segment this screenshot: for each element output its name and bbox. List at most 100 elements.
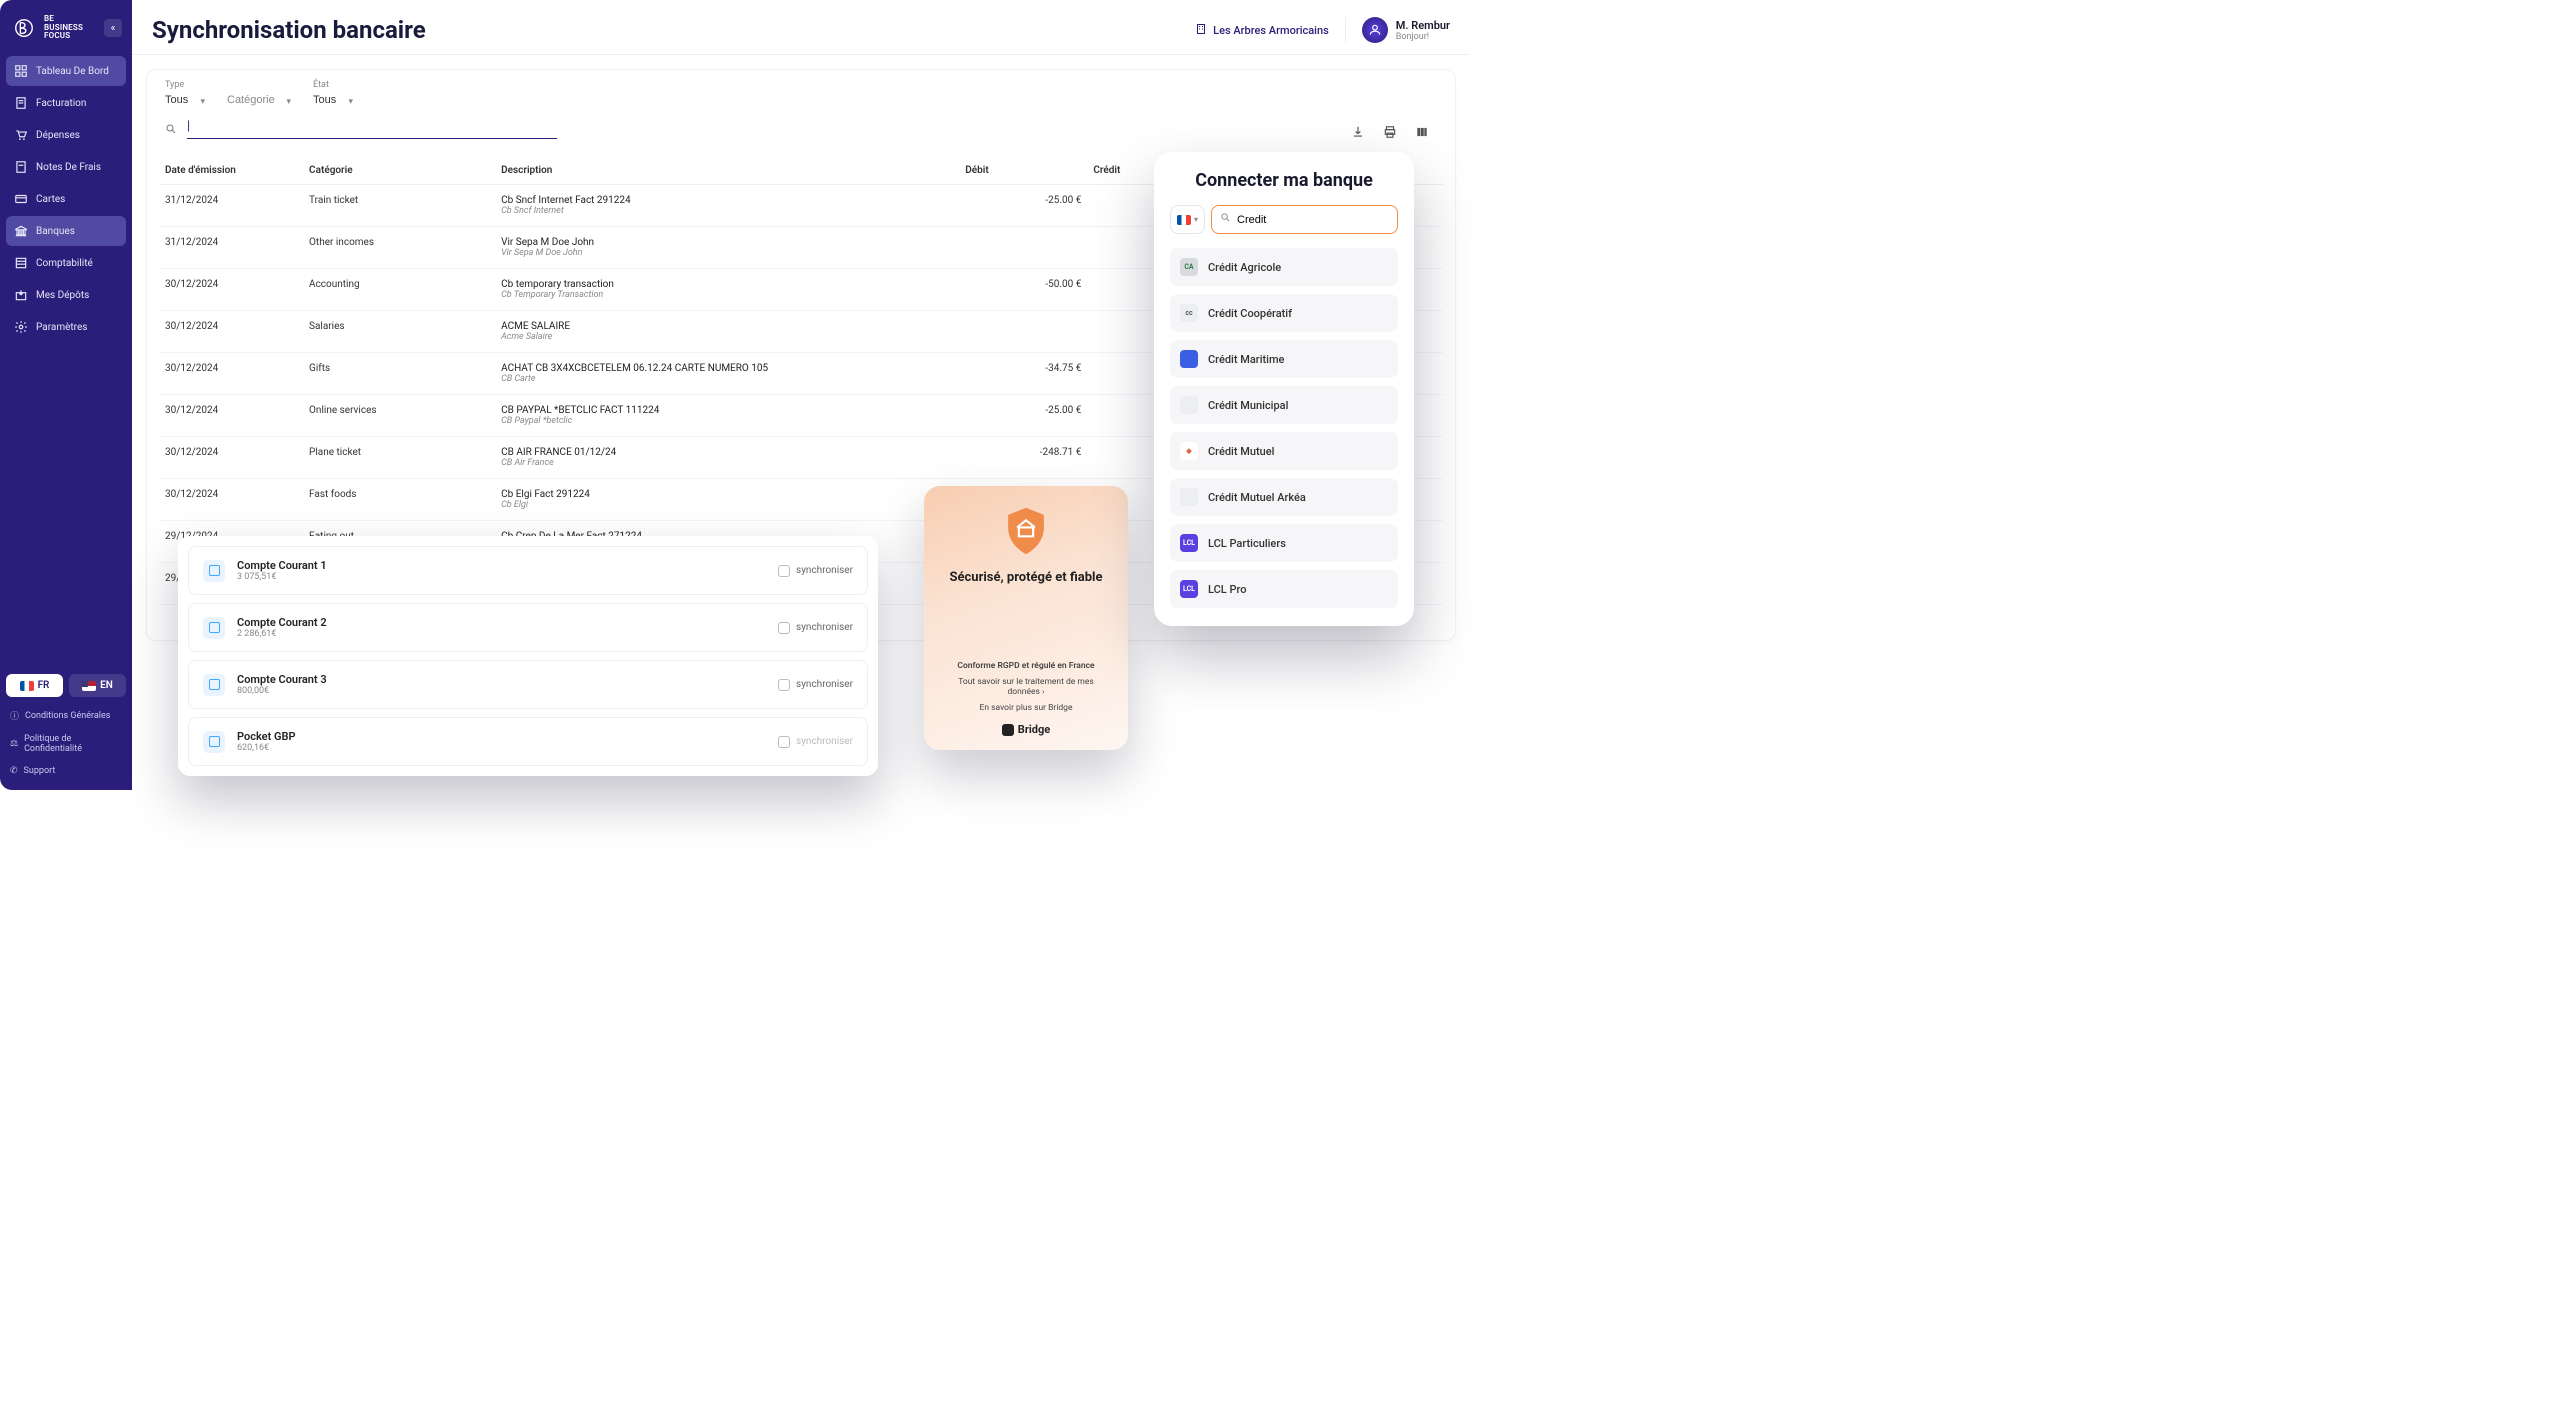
sidebar-item-tableau-de-bord[interactable]: Tableau De Bord [6, 56, 126, 86]
sidebar-item-paramètres[interactable]: Paramètres [6, 312, 126, 342]
bank-item[interactable]: CACrédit Agricole [1170, 248, 1398, 286]
bank-search-input[interactable] [1237, 214, 1389, 226]
cell-description: ACHAT CB 3X4XCBCETELEM 06.12.24 CARTE NU… [495, 353, 959, 395]
chevron-down-icon: ▾ [1194, 215, 1198, 224]
bank-item[interactable]: LCLLCL Particuliers [1170, 524, 1398, 562]
account-name: Compte Courant 2 [237, 616, 766, 629]
bank-item[interactable]: ccCrédit Coopératif [1170, 294, 1398, 332]
sidebar-item-label: Banques [36, 226, 75, 237]
search-input[interactable] [196, 121, 557, 133]
account-row[interactable]: Compte Courant 3800,00€ synchroniser [188, 660, 868, 709]
col-date[interactable]: Date d'émission [159, 157, 303, 185]
col-debit[interactable]: Débit [959, 157, 1087, 185]
bank-logo-icon [1180, 396, 1198, 414]
user-chip[interactable]: M. Rembur Bonjour! [1345, 17, 1450, 43]
security-rgpd: Conforme RGPD et régulé en France [957, 661, 1094, 671]
sidebar-collapse-button[interactable]: « [104, 19, 122, 37]
bank-name: Crédit Mutuel [1208, 445, 1274, 458]
bank-item[interactable]: LCLLCL Pro [1170, 570, 1398, 608]
cell-date: 30/12/2024 [159, 395, 303, 437]
bank-logo-icon: CA [1180, 258, 1198, 276]
country-select[interactable]: ▾ [1170, 205, 1205, 234]
account-icon [203, 617, 225, 639]
account-icon [203, 674, 225, 696]
cell-date: 30/12/2024 [159, 479, 303, 521]
cell-category: Accounting [303, 269, 495, 311]
cell-debit: -248.71 € [959, 437, 1087, 479]
accounts-card: Compte Courant 13 075,51€synchroniser Com… [178, 536, 878, 776]
account-row[interactable]: Pocket GBP620,16€synchroniser [188, 717, 868, 766]
filter-category-select[interactable]: Catégorie [227, 92, 293, 109]
cell-category: Plane ticket [303, 437, 495, 479]
account-row[interactable]: Compte Courant 22 286,61€synchroniser [188, 603, 868, 652]
bank-item[interactable]: Crédit Municipal [1170, 386, 1398, 424]
deposit-icon [14, 288, 28, 302]
privacy-icon: ⚖ [10, 739, 18, 749]
cell-description: CB AIR FRANCE 01/12/24CB Air France [495, 437, 959, 479]
bank-item[interactable]: Crédit Mutuel Arkéa [1170, 478, 1398, 516]
sidebar-item-label: Dépenses [36, 130, 80, 141]
sync-toggle[interactable]: synchroniser [778, 679, 853, 691]
sidebar-footer-links: ⓘ Conditions Générales ⚖ Politique de Co… [0, 705, 132, 790]
bank-list: CACrédit Agricole ccCrédit Coopératif Créd… [1170, 248, 1398, 608]
link-terms[interactable]: ⓘ Conditions Générales [6, 705, 126, 726]
company-link[interactable]: Les Arbres Armoricains [1195, 23, 1329, 38]
cell-description: ACME SALAIREAcme Salaire [495, 311, 959, 353]
cell-date: 30/12/2024 [159, 437, 303, 479]
ledger-icon [14, 256, 28, 270]
bank-item[interactable]: ◆Crédit Mutuel [1170, 432, 1398, 470]
bridge-mark-icon [1002, 724, 1014, 736]
sidebar-item-cartes[interactable]: Cartes [6, 184, 126, 214]
filter-state-select[interactable]: Tous [313, 92, 355, 109]
building-icon [1195, 23, 1207, 38]
sidebar-item-label: Mes Dépôts [36, 290, 89, 301]
cell-debit [959, 311, 1087, 353]
flag-fr-icon [20, 681, 34, 691]
link-privacy[interactable]: ⚖ Politique de Confidentialité [6, 730, 126, 758]
lang-en-button[interactable]: EN [69, 674, 126, 697]
bank-search-box [1211, 205, 1398, 234]
download-icon[interactable] [1351, 125, 1365, 139]
sidebar-item-facturation[interactable]: Facturation [6, 88, 126, 118]
bank-item[interactable]: Crédit Maritime [1170, 340, 1398, 378]
cell-description: Cb temporary transactionCb Temporary Tra… [495, 269, 959, 311]
col-description[interactable]: Description [495, 157, 959, 185]
link-support[interactable]: ✆ Support [6, 762, 126, 780]
filter-type-label: Type [165, 80, 207, 90]
bridge-logo: Bridge [1002, 723, 1050, 736]
flag-us-icon [82, 681, 96, 691]
account-name: Compte Courant 3 [237, 673, 766, 686]
bank-name: Crédit Mutuel Arkéa [1208, 491, 1306, 504]
account-balance: 800,00€ [237, 686, 766, 696]
cell-debit: -50.00 € [959, 269, 1087, 311]
sync-toggle: synchroniser [778, 736, 853, 748]
sidebar-item-comptabilité[interactable]: Comptabilité [6, 248, 126, 278]
sidebar-item-notes-de-frais[interactable]: Notes De Frais [6, 152, 126, 182]
security-data-link[interactable]: Tout savoir sur le traitement de mes don… [942, 677, 1110, 697]
sync-toggle[interactable]: synchroniser [778, 565, 853, 577]
brand-logo-icon [10, 14, 38, 42]
logo-row: BE BUSINESS FOCUS « [0, 10, 132, 56]
cell-date: 31/12/2024 [159, 185, 303, 227]
sidebar-item-dépenses[interactable]: Dépenses [6, 120, 126, 150]
security-card: Sécurisé, protégé et fiable Conforme RGP… [924, 486, 1128, 750]
sync-toggle[interactable]: synchroniser [778, 622, 853, 634]
bank-logo-icon [1180, 350, 1198, 368]
account-name: Pocket GBP [237, 730, 766, 743]
security-bridge-link[interactable]: En savoir plus sur Bridge [980, 703, 1073, 713]
sidebar-item-mes-dépôts[interactable]: Mes Dépôts [6, 280, 126, 310]
bank-icon [14, 224, 28, 238]
gear-icon [14, 320, 28, 334]
sidebar-item-banques[interactable]: Banques [6, 216, 126, 246]
shield-icon [1003, 506, 1049, 556]
sidebar: BE BUSINESS FOCUS « Tableau De BordFactu… [0, 0, 132, 790]
lang-fr-button[interactable]: FR [6, 674, 63, 697]
security-title: Sécurisé, protégé et fiable [949, 570, 1102, 585]
col-category[interactable]: Catégorie [303, 157, 495, 185]
filter-type-select[interactable]: Tous [165, 92, 207, 109]
page-title: Synchronisation bancaire [152, 16, 426, 44]
columns-icon[interactable] [1415, 125, 1429, 139]
account-row[interactable]: Compte Courant 13 075,51€synchroniser [188, 546, 868, 595]
print-icon[interactable] [1383, 125, 1397, 139]
card-icon [14, 192, 28, 206]
